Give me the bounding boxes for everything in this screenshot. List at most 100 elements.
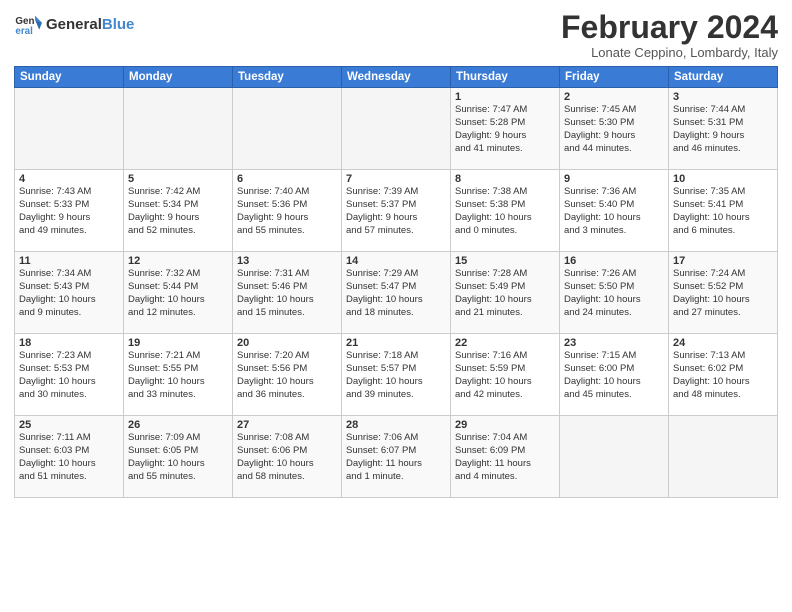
day-info: and 30 minutes. bbox=[19, 389, 119, 402]
day-number: 4 bbox=[19, 173, 119, 185]
day-info: Sunrise: 7:29 AM bbox=[346, 268, 446, 281]
day-info: and 4 minutes. bbox=[455, 471, 555, 484]
day-info: Sunset: 6:06 PM bbox=[237, 445, 337, 458]
calendar-cell: 1Sunrise: 7:47 AMSunset: 5:28 PMDaylight… bbox=[451, 88, 560, 170]
day-info: Daylight: 9 hours bbox=[673, 130, 773, 143]
day-info: Sunset: 5:55 PM bbox=[128, 363, 228, 376]
calendar-cell: 18Sunrise: 7:23 AMSunset: 5:53 PMDayligh… bbox=[15, 334, 124, 416]
day-number: 16 bbox=[564, 255, 664, 267]
day-number: 5 bbox=[128, 173, 228, 185]
day-number: 7 bbox=[346, 173, 446, 185]
day-info: Sunset: 5:49 PM bbox=[455, 281, 555, 294]
day-number: 1 bbox=[455, 91, 555, 103]
day-info: Sunrise: 7:08 AM bbox=[237, 432, 337, 445]
day-info: Sunset: 5:41 PM bbox=[673, 199, 773, 212]
day-info: Sunrise: 7:09 AM bbox=[128, 432, 228, 445]
day-info: Sunrise: 7:45 AM bbox=[564, 104, 664, 117]
day-info: Sunset: 5:30 PM bbox=[564, 117, 664, 130]
calendar-cell: 27Sunrise: 7:08 AMSunset: 6:06 PMDayligh… bbox=[233, 416, 342, 498]
week-row-2: 4Sunrise: 7:43 AMSunset: 5:33 PMDaylight… bbox=[15, 170, 778, 252]
day-number: 2 bbox=[564, 91, 664, 103]
day-info: Sunset: 6:00 PM bbox=[564, 363, 664, 376]
weekday-header-thursday: Thursday bbox=[451, 67, 560, 88]
week-row-3: 11Sunrise: 7:34 AMSunset: 5:43 PMDayligh… bbox=[15, 252, 778, 334]
calendar-cell bbox=[342, 88, 451, 170]
day-info: Sunset: 5:56 PM bbox=[237, 363, 337, 376]
day-info: Sunrise: 7:04 AM bbox=[455, 432, 555, 445]
day-number: 21 bbox=[346, 337, 446, 349]
calendar-cell: 10Sunrise: 7:35 AMSunset: 5:41 PMDayligh… bbox=[669, 170, 778, 252]
day-info: Sunrise: 7:42 AM bbox=[128, 186, 228, 199]
day-info: Sunset: 6:02 PM bbox=[673, 363, 773, 376]
calendar-cell: 2Sunrise: 7:45 AMSunset: 5:30 PMDaylight… bbox=[560, 88, 669, 170]
weekday-header-row: SundayMondayTuesdayWednesdayThursdayFrid… bbox=[15, 67, 778, 88]
day-info: Daylight: 10 hours bbox=[564, 376, 664, 389]
calendar-cell: 22Sunrise: 7:16 AMSunset: 5:59 PMDayligh… bbox=[451, 334, 560, 416]
calendar-cell: 25Sunrise: 7:11 AMSunset: 6:03 PMDayligh… bbox=[15, 416, 124, 498]
week-row-1: 1Sunrise: 7:47 AMSunset: 5:28 PMDaylight… bbox=[15, 88, 778, 170]
day-info: and 55 minutes. bbox=[128, 471, 228, 484]
day-number: 3 bbox=[673, 91, 773, 103]
day-number: 10 bbox=[673, 173, 773, 185]
day-info: and 9 minutes. bbox=[19, 307, 119, 320]
location: Lonate Ceppino, Lombardy, Italy bbox=[561, 45, 778, 60]
day-info: Sunrise: 7:15 AM bbox=[564, 350, 664, 363]
weekday-header-saturday: Saturday bbox=[669, 67, 778, 88]
header: Gen eral GeneralBlue February 2024 Lonat… bbox=[14, 10, 778, 60]
day-info: Daylight: 10 hours bbox=[564, 294, 664, 307]
day-info: Sunrise: 7:44 AM bbox=[673, 104, 773, 117]
day-info: and 46 minutes. bbox=[673, 143, 773, 156]
day-info: Sunset: 5:43 PM bbox=[19, 281, 119, 294]
day-info: Daylight: 10 hours bbox=[237, 458, 337, 471]
calendar-cell: 14Sunrise: 7:29 AMSunset: 5:47 PMDayligh… bbox=[342, 252, 451, 334]
day-info: and 6 minutes. bbox=[673, 225, 773, 238]
day-number: 23 bbox=[564, 337, 664, 349]
calendar-cell: 16Sunrise: 7:26 AMSunset: 5:50 PMDayligh… bbox=[560, 252, 669, 334]
day-info: and 48 minutes. bbox=[673, 389, 773, 402]
day-info: and 36 minutes. bbox=[237, 389, 337, 402]
day-info: Daylight: 10 hours bbox=[237, 294, 337, 307]
calendar-cell bbox=[124, 88, 233, 170]
day-info: Sunset: 5:38 PM bbox=[455, 199, 555, 212]
day-info: Daylight: 9 hours bbox=[564, 130, 664, 143]
day-info: Sunrise: 7:16 AM bbox=[455, 350, 555, 363]
calendar-cell: 13Sunrise: 7:31 AMSunset: 5:46 PMDayligh… bbox=[233, 252, 342, 334]
calendar-cell: 5Sunrise: 7:42 AMSunset: 5:34 PMDaylight… bbox=[124, 170, 233, 252]
weekday-header-tuesday: Tuesday bbox=[233, 67, 342, 88]
day-info: Daylight: 10 hours bbox=[346, 294, 446, 307]
day-info: Sunset: 5:36 PM bbox=[237, 199, 337, 212]
calendar-cell: 21Sunrise: 7:18 AMSunset: 5:57 PMDayligh… bbox=[342, 334, 451, 416]
day-info: and 1 minute. bbox=[346, 471, 446, 484]
day-number: 20 bbox=[237, 337, 337, 349]
day-info: Sunset: 5:28 PM bbox=[455, 117, 555, 130]
day-info: Sunset: 5:57 PM bbox=[346, 363, 446, 376]
day-info: Daylight: 9 hours bbox=[237, 212, 337, 225]
day-info: Daylight: 11 hours bbox=[455, 458, 555, 471]
day-info: Daylight: 10 hours bbox=[19, 294, 119, 307]
day-number: 22 bbox=[455, 337, 555, 349]
day-info: Sunrise: 7:11 AM bbox=[19, 432, 119, 445]
week-row-4: 18Sunrise: 7:23 AMSunset: 5:53 PMDayligh… bbox=[15, 334, 778, 416]
day-info: Sunrise: 7:36 AM bbox=[564, 186, 664, 199]
day-number: 24 bbox=[673, 337, 773, 349]
calendar-cell: 9Sunrise: 7:36 AMSunset: 5:40 PMDaylight… bbox=[560, 170, 669, 252]
calendar-cell: 28Sunrise: 7:06 AMSunset: 6:07 PMDayligh… bbox=[342, 416, 451, 498]
day-info: Daylight: 10 hours bbox=[346, 376, 446, 389]
day-info: Daylight: 10 hours bbox=[19, 458, 119, 471]
calendar-cell bbox=[560, 416, 669, 498]
calendar-cell: 7Sunrise: 7:39 AMSunset: 5:37 PMDaylight… bbox=[342, 170, 451, 252]
day-info: Sunrise: 7:47 AM bbox=[455, 104, 555, 117]
day-info: and 57 minutes. bbox=[346, 225, 446, 238]
logo: Gen eral GeneralBlue bbox=[14, 10, 134, 38]
day-info: and 45 minutes. bbox=[564, 389, 664, 402]
day-info: Sunrise: 7:24 AM bbox=[673, 268, 773, 281]
logo-text: GeneralBlue bbox=[46, 16, 134, 33]
day-info: Sunrise: 7:32 AM bbox=[128, 268, 228, 281]
day-number: 11 bbox=[19, 255, 119, 267]
weekday-header-sunday: Sunday bbox=[15, 67, 124, 88]
day-info: Daylight: 10 hours bbox=[128, 376, 228, 389]
day-number: 27 bbox=[237, 419, 337, 431]
calendar-cell: 3Sunrise: 7:44 AMSunset: 5:31 PMDaylight… bbox=[669, 88, 778, 170]
day-info: Daylight: 9 hours bbox=[455, 130, 555, 143]
day-info: and 49 minutes. bbox=[19, 225, 119, 238]
